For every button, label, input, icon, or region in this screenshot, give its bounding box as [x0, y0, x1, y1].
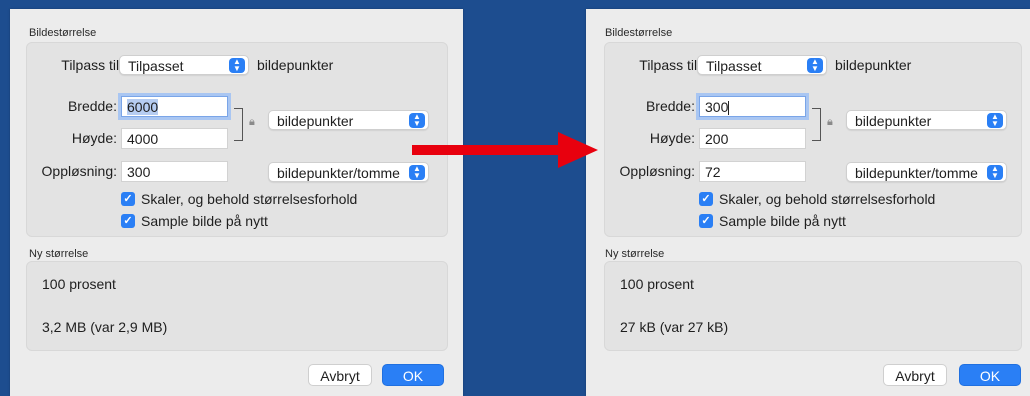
- lock-icon[interactable]: 🔒︎: [827, 116, 833, 129]
- fit-label: Tilpass til:: [639, 57, 701, 73]
- height-label: Høyde:: [649, 130, 695, 146]
- ok-button[interactable]: OK: [959, 364, 1021, 386]
- resample-checkbox[interactable]: ✓: [121, 214, 135, 228]
- size-unit-popup[interactable]: bildepunkter ▲ ▼: [268, 110, 429, 130]
- size-unit-value: bildepunkter: [277, 113, 354, 129]
- aspect-link-bracket: [234, 108, 243, 141]
- height-field[interactable]: 200: [699, 128, 806, 149]
- resolution-field[interactable]: 72: [699, 161, 806, 182]
- fit-label: Tilpass til:: [61, 57, 123, 73]
- cancel-button[interactable]: Avbryt: [883, 364, 947, 386]
- resolution-label: Oppløsning:: [619, 163, 695, 179]
- new-size-percent: 100 prosent: [620, 276, 694, 292]
- scale-checkbox[interactable]: ✓: [699, 192, 713, 206]
- resolution-unit-popup[interactable]: bildepunkter/tomme ▲ ▼: [846, 162, 1007, 182]
- size-unit-popup[interactable]: bildepunkter ▲ ▼: [846, 110, 1007, 130]
- width-label: Bredde:: [645, 98, 695, 114]
- new-size-panel: 100 prosent 3,2 MB (var 2,9 MB): [26, 261, 448, 351]
- section-label-new-size: Ny størrelse: [605, 248, 665, 260]
- fit-unit-label: bildepunkter: [835, 57, 912, 73]
- height-value: 4000: [127, 131, 159, 147]
- image-size-panel: Tilpass til: Tilpasset ▲ ▼ bildepunkter B…: [604, 42, 1022, 237]
- new-size-percent: 100 prosent: [42, 276, 116, 292]
- updown-chevron-icon: ▲ ▼: [229, 58, 245, 73]
- image-size-panel: Tilpass til: Tilpasset ▲ ▼ bildepunkter B…: [26, 42, 448, 237]
- updown-chevron-icon: ▲ ▼: [987, 113, 1003, 128]
- cancel-button[interactable]: Avbryt: [308, 364, 372, 386]
- resolution-label: Oppløsning:: [41, 163, 117, 179]
- updown-chevron-icon: ▲ ▼: [987, 165, 1003, 180]
- height-value: 200: [705, 131, 729, 147]
- scale-checkbox-label: Skaler, og behold størrelsesforhold: [141, 191, 358, 207]
- section-label-new-size: Ny størrelse: [29, 248, 89, 260]
- right-arrow-icon: [412, 132, 598, 168]
- fit-popup-value: Tilpasset: [706, 58, 762, 74]
- width-field[interactable]: 300: [699, 96, 806, 117]
- fit-unit-label: bildepunkter: [257, 57, 334, 73]
- width-label: Bredde:: [67, 98, 117, 114]
- scale-checkbox-label: Skaler, og behold størrelsesforhold: [719, 191, 936, 207]
- width-value: 6000: [127, 99, 159, 115]
- width-field[interactable]: 6000: [121, 96, 228, 117]
- height-label: Høyde:: [71, 130, 117, 146]
- updown-chevron-icon: ▲ ▼: [807, 58, 823, 73]
- image-size-dialog-after: Bildestørrelse Tilpass til: Tilpasset ▲ ▼…: [586, 9, 1030, 396]
- image-size-dialog-before: Bildestørrelse Tilpass til: Tilpasset ▲ ▼…: [10, 9, 463, 396]
- scale-checkbox[interactable]: ✓: [121, 192, 135, 206]
- resample-checkbox-label: Sample bilde på nytt: [719, 213, 846, 229]
- resolution-unit-value: bildepunkter/tomme: [855, 165, 978, 181]
- fit-popup[interactable]: Tilpasset ▲ ▼: [119, 55, 249, 75]
- resolution-field[interactable]: 300: [121, 161, 228, 182]
- height-field[interactable]: 4000: [121, 128, 228, 149]
- new-size-panel: 100 prosent 27 kB (var 27 kB): [604, 261, 1022, 351]
- new-size-filesize: 3,2 MB (var 2,9 MB): [42, 319, 168, 335]
- resolution-value: 72: [705, 164, 721, 180]
- section-label-image-size: Bildestørrelse: [605, 27, 673, 39]
- section-label-image-size: Bildestørrelse: [29, 27, 97, 39]
- resolution-unit-value: bildepunkter/tomme: [277, 165, 400, 181]
- fit-popup-value: Tilpasset: [128, 58, 184, 74]
- size-unit-value: bildepunkter: [855, 113, 932, 129]
- resample-checkbox[interactable]: ✓: [699, 214, 713, 228]
- new-size-filesize: 27 kB (var 27 kB): [620, 319, 729, 335]
- updown-chevron-icon: ▲ ▼: [409, 113, 425, 128]
- aspect-link-bracket: [812, 108, 821, 141]
- width-value: 300: [705, 99, 729, 115]
- fit-popup[interactable]: Tilpasset ▲ ▼: [697, 55, 827, 75]
- ok-button[interactable]: OK: [382, 364, 444, 386]
- resample-checkbox-label: Sample bilde på nytt: [141, 213, 268, 229]
- lock-icon[interactable]: 🔒︎: [249, 116, 255, 129]
- resolution-value: 300: [127, 164, 151, 180]
- resolution-unit-popup[interactable]: bildepunkter/tomme ▲ ▼: [268, 162, 429, 182]
